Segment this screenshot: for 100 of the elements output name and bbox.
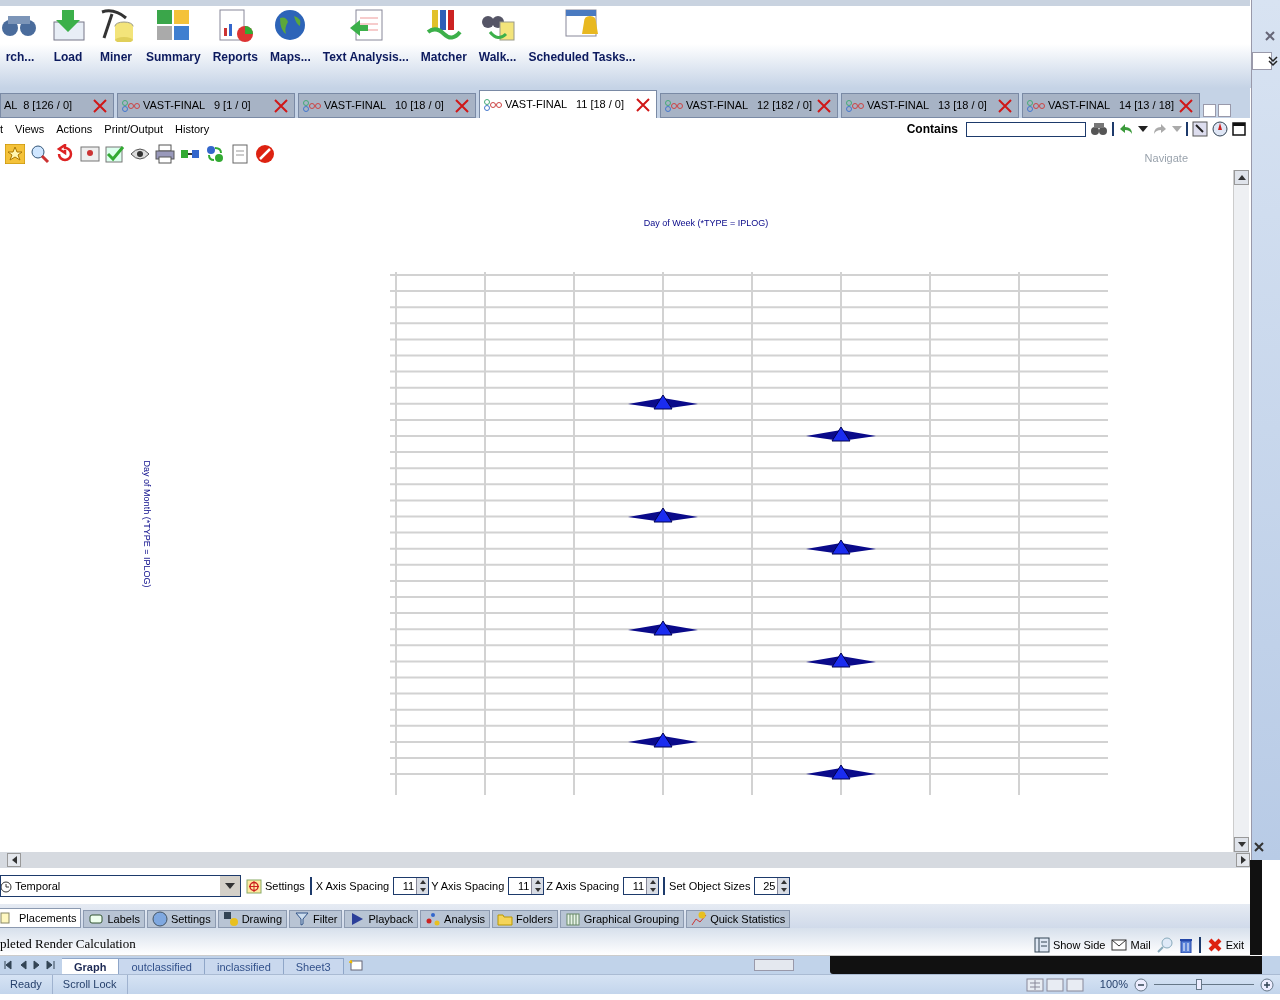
status-action-button[interactable]: Show Side — [1033, 936, 1106, 953]
spin-arrows-icon[interactable] — [646, 878, 659, 894]
panel-tab[interactable]: Folders — [492, 910, 558, 928]
ribbon-button[interactable]: Load — [48, 8, 88, 66]
panel-tab[interactable]: Settings — [146, 910, 216, 928]
menu-item[interactable]: Actions — [56, 120, 93, 138]
status-action-button[interactable]: Mail — [1111, 936, 1151, 953]
scroll-up-button[interactable] — [1234, 170, 1249, 185]
download-icon — [50, 8, 86, 42]
spin-box[interactable]: 11 — [623, 877, 660, 895]
horizontal-scrollbar[interactable] — [0, 852, 1250, 868]
maximize-icon[interactable] — [1232, 122, 1246, 136]
zoom-in-icon[interactable] — [1260, 977, 1274, 992]
compass-icon[interactable] — [1212, 121, 1228, 137]
ribbon-button[interactable]: Miner — [96, 8, 136, 66]
data-marker — [806, 426, 876, 442]
spinner-label: Z Axis Spacing — [546, 878, 620, 894]
window-button[interactable] — [1203, 104, 1216, 117]
search-field[interactable] — [966, 121, 1086, 137]
exchange-icon[interactable] — [205, 143, 225, 164]
id-card-icon[interactable] — [80, 143, 100, 164]
ribbon-button[interactable]: Maps... — [268, 8, 313, 66]
spin-box[interactable]: 11 — [508, 877, 545, 895]
trash-icon[interactable] — [1178, 936, 1193, 953]
spin-arrows-icon[interactable] — [777, 878, 790, 894]
chart-icon — [691, 911, 708, 927]
data-marker — [806, 539, 876, 555]
stop-icon[interactable] — [255, 143, 275, 164]
ribbon-button[interactable]: Text Analysis... — [320, 8, 411, 66]
panel-tab[interactable]: Analysis — [420, 910, 491, 928]
window-button[interactable] — [1218, 104, 1231, 117]
settings-button[interactable]: Settings — [245, 877, 306, 895]
caret-icon[interactable] — [1138, 126, 1148, 132]
document-tab[interactable]: VAST-FINAL 14 [13 / 18] — [1022, 93, 1200, 118]
undo-icon[interactable] — [1118, 123, 1134, 135]
menu-item[interactable]: Views — [15, 120, 45, 138]
scroll-left-button[interactable] — [7, 853, 21, 867]
sheet-tab[interactable]: Graph — [62, 957, 120, 974]
close-icon[interactable] — [1254, 842, 1264, 852]
grid-icon — [564, 911, 581, 927]
panel-tab[interactable]: Placements — [0, 908, 82, 928]
number-tiles-icon — [155, 8, 192, 42]
zoom-out-icon[interactable] — [1134, 977, 1148, 992]
window-icon[interactable] — [1192, 121, 1208, 137]
undo-icon[interactable] — [55, 143, 75, 164]
sheet-tab[interactable]: outclassified — [119, 957, 205, 974]
menu-item[interactable]: Print/Output — [104, 120, 163, 138]
panel-tab[interactable]: Drawing — [217, 910, 287, 928]
globe-icon — [151, 911, 168, 927]
input-field[interactable] — [1252, 52, 1272, 70]
report-chart-icon — [217, 8, 254, 42]
spin-box[interactable]: 25 — [754, 877, 791, 895]
ribbon-button[interactable]: rch... — [0, 8, 40, 66]
panel-tab[interactable]: Filter — [289, 910, 343, 928]
star-cursor-icon[interactable] — [5, 143, 25, 164]
sheet-navigation-icon[interactable] — [4, 960, 56, 970]
ribbon-button[interactable]: Matcher — [418, 8, 469, 66]
panel-tab[interactable]: Labels — [83, 910, 145, 928]
y-axis-title: Day of Month (*TYPE = IPLOG) — [142, 460, 152, 588]
x-axis-title: Day of Week (*TYPE = IPLOG) — [643, 218, 769, 228]
printer-icon[interactable] — [155, 143, 175, 164]
navigate-label: Navigate — [1144, 151, 1188, 167]
status-action-button[interactable]: Exit — [1206, 936, 1244, 953]
ribbon-button[interactable]: Summary — [144, 8, 203, 66]
spinner-label: Set Object Sizes — [669, 878, 751, 894]
ribbon-button[interactable]: Reports — [210, 8, 261, 66]
close-icon[interactable] — [636, 97, 650, 112]
chevron-icon[interactable] — [1268, 55, 1278, 67]
menu-item[interactable]: History — [175, 120, 210, 138]
close-icon[interactable] — [1265, 31, 1275, 41]
binoculars-icon[interactable] — [1090, 122, 1108, 136]
layout-dropdown[interactable]: Temporal — [0, 875, 241, 897]
spin-box[interactable]: 11 — [393, 877, 430, 895]
document-tab[interactable]: VAST-FINAL 10 [18 / 0] — [298, 93, 476, 118]
ribbon-button[interactable]: Scheduled Tasks... — [526, 8, 638, 66]
scroll-right-button[interactable] — [1236, 853, 1250, 867]
vertical-scrollbar[interactable] — [1233, 170, 1249, 852]
scroll-down-button[interactable] — [1234, 837, 1249, 852]
sheet-scrollbar[interactable] — [753, 959, 794, 971]
sheet-tab[interactable]: Sheet3 — [283, 957, 344, 974]
status-item: Ready — [0, 975, 53, 994]
zoom-slider[interactable] — [1154, 977, 1254, 992]
document-tab[interactable]: VAST-FINAL 13 [18 / 0] — [841, 93, 1019, 118]
menu-item[interactable]: t — [0, 120, 4, 138]
bars-wave-icon — [425, 8, 462, 42]
sheet-tab[interactable]: inclassified — [204, 957, 284, 974]
dots-icon — [425, 911, 442, 927]
ribbon-button[interactable]: Walk... — [476, 8, 519, 66]
checkmark-icon[interactable] — [105, 143, 125, 164]
panel-tab[interactable]: Playback — [344, 910, 419, 928]
document-tab[interactable]: VAST-FINAL 12 [182 / 0] — [660, 93, 838, 118]
spin-arrows-icon[interactable] — [416, 878, 429, 894]
document-tab[interactable]: VAST-FINAL 9 [1 / 0] — [117, 93, 295, 118]
search-icon[interactable] — [30, 143, 50, 164]
document-tab[interactable]: VAST-FINAL 11 [18 / 0] — [479, 90, 657, 118]
panel-tab[interactable]: Quick Statistics — [686, 910, 791, 928]
panel-tab[interactable]: Graphical Grouping — [559, 910, 685, 928]
document-tab[interactable]: AL 8 [126 / 0] — [0, 93, 114, 118]
spin-arrows-icon[interactable] — [531, 878, 544, 894]
new-sheet-icon[interactable] — [347, 959, 364, 971]
